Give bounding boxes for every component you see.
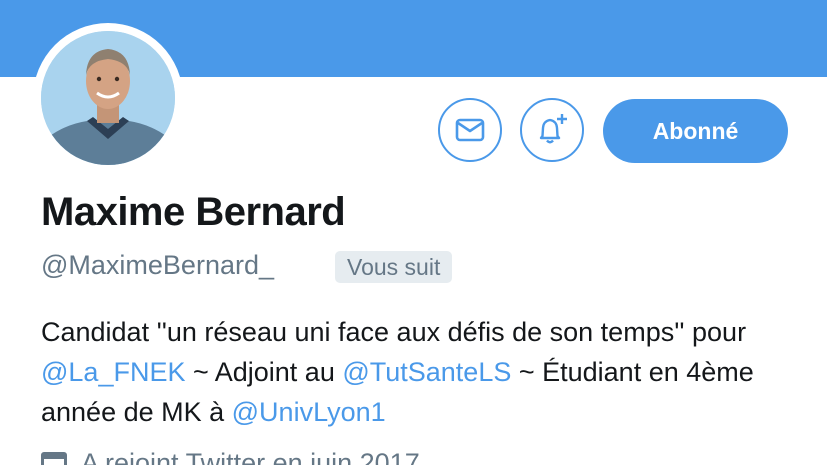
profile-meta: A rejoint Twitter en juin 2017 (41, 448, 420, 465)
avatar[interactable] (41, 31, 175, 165)
calendar-icon (41, 451, 67, 465)
notifications-button[interactable] (520, 98, 584, 162)
following-button[interactable]: Abonné (603, 99, 788, 163)
profile-name: Maxime Bernard (41, 190, 346, 234)
profile-header: Abonné Maxime Bernard @MaximeBernard_ Vo… (0, 0, 827, 465)
mention-link-univlyon1[interactable]: @UnivLyon1 (232, 397, 386, 427)
bio-text: ~ Adjoint au (185, 357, 343, 387)
message-button[interactable] (438, 98, 502, 162)
joined-date: A rejoint Twitter en juin 2017 (81, 448, 420, 465)
mention-link-tutsantels[interactable]: @TutSanteLS (342, 357, 511, 387)
profile-handle: @MaximeBernard_ (41, 250, 274, 280)
envelope-icon (455, 118, 485, 142)
bell-plus-icon (539, 114, 567, 144)
profile-bio: Candidat ''un réseau uni face aux défis … (41, 312, 801, 432)
bio-text: Candidat ''un réseau uni face aux défis … (41, 317, 747, 347)
mention-link-la-fnek[interactable]: @La_FNEK (41, 357, 185, 387)
follows-you-badge: Vous suit (335, 251, 453, 283)
avatar-photo (41, 31, 175, 165)
